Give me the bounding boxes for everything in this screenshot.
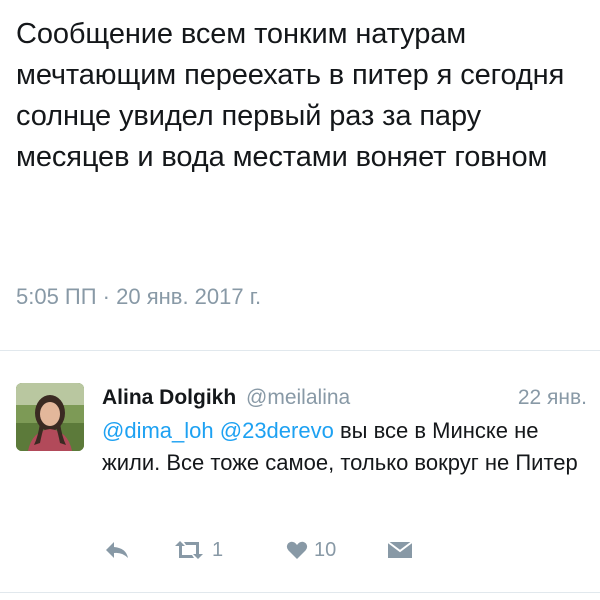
author-handle[interactable]: @meilalina [246, 386, 350, 409]
tweet-timestamp[interactable]: 5:05 ПП · 20 янв. 2017 г. [16, 282, 261, 312]
mention-link[interactable]: @23derevo [220, 418, 334, 443]
author-name[interactable]: Alina Dolgikh [102, 386, 236, 409]
heart-icon [286, 541, 308, 559]
reply-tweet[interactable]: Alina Dolgikh @meilalina 22 янв. @dima_l… [0, 351, 600, 591]
reply-text: @dima_loh @23derevo вы все в Минске не ж… [102, 415, 587, 479]
divider [0, 592, 600, 593]
retweet-icon [175, 541, 203, 559]
like-button[interactable]: 10 [286, 535, 336, 565]
reply-icon [106, 542, 128, 558]
direct-message-button[interactable] [387, 535, 413, 565]
reply-button[interactable] [104, 535, 130, 565]
avatar[interactable] [16, 383, 84, 451]
envelope-icon [387, 541, 413, 558]
main-tweet: Сообщение всем тонким натурам мечтающим … [0, 0, 600, 345]
like-count: 10 [314, 538, 337, 561]
mention-link[interactable]: @dima_loh [102, 418, 214, 443]
retweet-count: 1 [212, 538, 224, 561]
retweet-button[interactable]: 1 [172, 535, 223, 565]
reply-header: Alina Dolgikh @meilalina 22 янв. [102, 383, 587, 413]
reply-date[interactable]: 22 янв. [518, 383, 587, 413]
action-bar: 1 10 [102, 535, 587, 565]
tweet-text: Сообщение всем тонким натурам мечтающим … [16, 18, 565, 173]
